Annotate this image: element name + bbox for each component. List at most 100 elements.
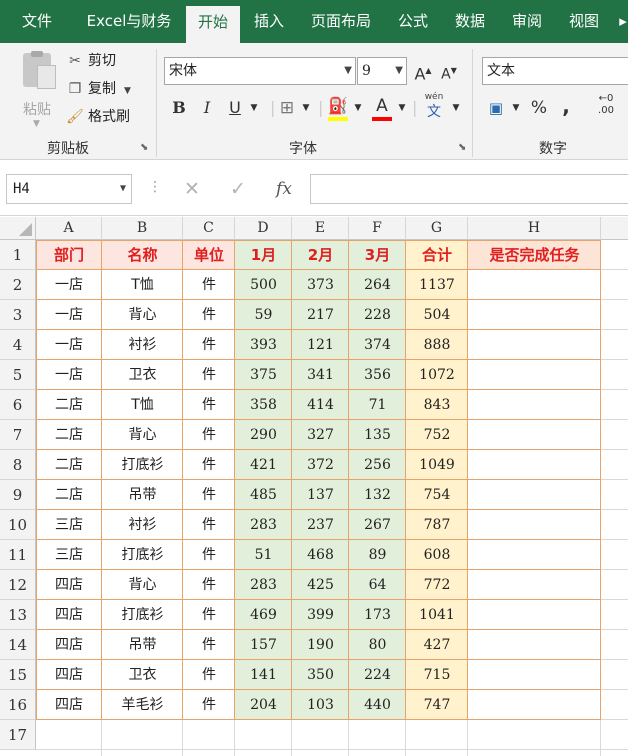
tab-excel-finance[interactable]: Excel与财务 [76, 0, 182, 43]
cell-total[interactable]: 1137 [406, 270, 468, 300]
cell-dept[interactable]: 二店 [36, 390, 102, 420]
cell-feb[interactable]: 121 [292, 330, 349, 360]
cell-mar[interactable]: 374 [349, 330, 406, 360]
cell-name[interactable]: 卫衣 [102, 660, 183, 690]
cell-completed[interactable] [468, 600, 601, 630]
font-name-combo[interactable]: 宋体 ▼ [164, 57, 356, 85]
cell-jan[interactable]: 157 [235, 630, 292, 660]
cell-name[interactable]: 打底衫 [102, 540, 183, 570]
header-cell-mar[interactable]: 3月 [349, 240, 406, 270]
cell-name[interactable]: T恤 [102, 270, 183, 300]
cell-unit[interactable]: 件 [183, 390, 235, 420]
borders-dropdown[interactable]: ▼ [300, 95, 312, 121]
cell-feb[interactable]: 399 [292, 600, 349, 630]
cell-total[interactable]: 752 [406, 420, 468, 450]
cell-name[interactable]: 卫衣 [102, 360, 183, 390]
row-header-17[interactable]: 17 [0, 720, 36, 750]
column-header-h[interactable]: H [468, 217, 601, 240]
tab-view[interactable]: 视图 [560, 0, 608, 43]
enter-check-icon[interactable]: ✓ [222, 174, 254, 204]
header-cell-dept[interactable]: 部门 [36, 240, 102, 270]
cell-total[interactable]: 1041 [406, 600, 468, 630]
cell-dept[interactable]: 三店 [36, 540, 102, 570]
cell-total[interactable]: 787 [406, 510, 468, 540]
cell-name[interactable]: 羊毛衫 [102, 690, 183, 720]
cell-feb[interactable]: 341 [292, 360, 349, 390]
cell-feb[interactable]: 217 [292, 300, 349, 330]
cell-completed[interactable] [468, 330, 601, 360]
font-color-button[interactable]: A [370, 93, 394, 121]
cell-unit[interactable]: 件 [183, 570, 235, 600]
column-header-g[interactable]: G [406, 217, 468, 240]
cell-unit[interactable]: 件 [183, 510, 235, 540]
tab-review[interactable]: 审阅 [504, 0, 550, 43]
cell-mar[interactable]: 64 [349, 570, 406, 600]
borders-icon[interactable]: ⊞ [276, 95, 298, 121]
cell-mar[interactable]: 256 [349, 450, 406, 480]
increase-decimal-button[interactable]: ←0 .00 [590, 93, 622, 119]
row-header-6[interactable]: 6 [0, 390, 36, 420]
cell-completed[interactable] [468, 630, 601, 660]
cell-dept[interactable]: 一店 [36, 300, 102, 330]
phonetic-dropdown[interactable]: ▼ [450, 95, 462, 121]
cell-name[interactable]: 打底衫 [102, 600, 183, 630]
cell-name[interactable]: 背心 [102, 300, 183, 330]
cell-jan[interactable]: 283 [235, 570, 292, 600]
cell-total[interactable]: 427 [406, 630, 468, 660]
cell-completed[interactable] [468, 510, 601, 540]
row-header-10[interactable]: 10 [0, 510, 36, 540]
cell-dept[interactable]: 一店 [36, 330, 102, 360]
cell-completed[interactable] [468, 420, 601, 450]
cell-dept[interactable]: 一店 [36, 270, 102, 300]
cell-mar[interactable]: 267 [349, 510, 406, 540]
phonetic-guide-button[interactable]: wén 文 [420, 91, 448, 123]
tab-overflow[interactable]: ▸ [618, 0, 628, 43]
cell-completed[interactable] [468, 690, 601, 720]
header-cell-total[interactable]: 合计 [406, 240, 468, 270]
cell-unit[interactable]: 件 [183, 540, 235, 570]
cell-mar[interactable]: 356 [349, 360, 406, 390]
spreadsheet-grid[interactable]: A B C D E F G H 1 2 3 4 5 6 7 8 9 10 11 12 13 14 15 16 17 部门 名称 单位 1… [0, 217, 628, 756]
dialog-launcher-icon[interactable]: ⬊ [458, 143, 468, 153]
header-cell-unit[interactable]: 单位 [183, 240, 235, 270]
underline-dropdown[interactable]: ▼ [248, 95, 260, 121]
cell-name[interactable]: 背心 [102, 570, 183, 600]
header-cell-feb[interactable]: 2月 [292, 240, 349, 270]
fill-color-button[interactable]: ⛽ [326, 93, 350, 121]
decrease-font-size-button[interactable]: A▼ [438, 58, 460, 84]
tab-data[interactable]: 数据 [446, 0, 494, 43]
cell-mar[interactable]: 132 [349, 480, 406, 510]
tab-page-layout[interactable]: 页面布局 [302, 0, 380, 43]
tab-file[interactable]: 文件 [8, 0, 66, 43]
cell-unit[interactable]: 件 [183, 300, 235, 330]
tab-insert[interactable]: 插入 [246, 0, 292, 43]
header-cell-completed[interactable]: 是否完成任务 [468, 240, 601, 270]
cell-completed[interactable] [468, 570, 601, 600]
cell-mar[interactable]: 264 [349, 270, 406, 300]
column-header-blank[interactable] [601, 217, 628, 240]
cell-mar[interactable]: 89 [349, 540, 406, 570]
tab-formulas[interactable]: 公式 [390, 0, 436, 43]
cell-jan[interactable]: 393 [235, 330, 292, 360]
cell-unit[interactable]: 件 [183, 330, 235, 360]
cell-feb[interactable]: 237 [292, 510, 349, 540]
row-header-16[interactable]: 16 [0, 690, 36, 720]
cell-unit[interactable]: 件 [183, 480, 235, 510]
column-header-a[interactable]: A [36, 217, 102, 240]
cell-total[interactable]: 843 [406, 390, 468, 420]
cell-jan[interactable]: 283 [235, 510, 292, 540]
column-header-b[interactable]: B [102, 217, 183, 240]
cell-total[interactable]: 888 [406, 330, 468, 360]
increase-font-size-button[interactable]: A▲ [412, 58, 434, 84]
cell-dept[interactable]: 二店 [36, 420, 102, 450]
cell-jan[interactable]: 51 [235, 540, 292, 570]
cell-completed[interactable] [468, 300, 601, 330]
cell-unit[interactable]: 件 [183, 450, 235, 480]
cell-unit[interactable]: 件 [183, 270, 235, 300]
column-header-e[interactable]: E [292, 217, 349, 240]
insert-function-button[interactable]: fx [268, 174, 300, 204]
cell-mar[interactable]: 135 [349, 420, 406, 450]
cell-completed[interactable] [468, 360, 601, 390]
cancel-icon[interactable]: ✕ [176, 174, 208, 204]
copy-button[interactable]: ❐ 复制 ▼ [66, 77, 131, 101]
